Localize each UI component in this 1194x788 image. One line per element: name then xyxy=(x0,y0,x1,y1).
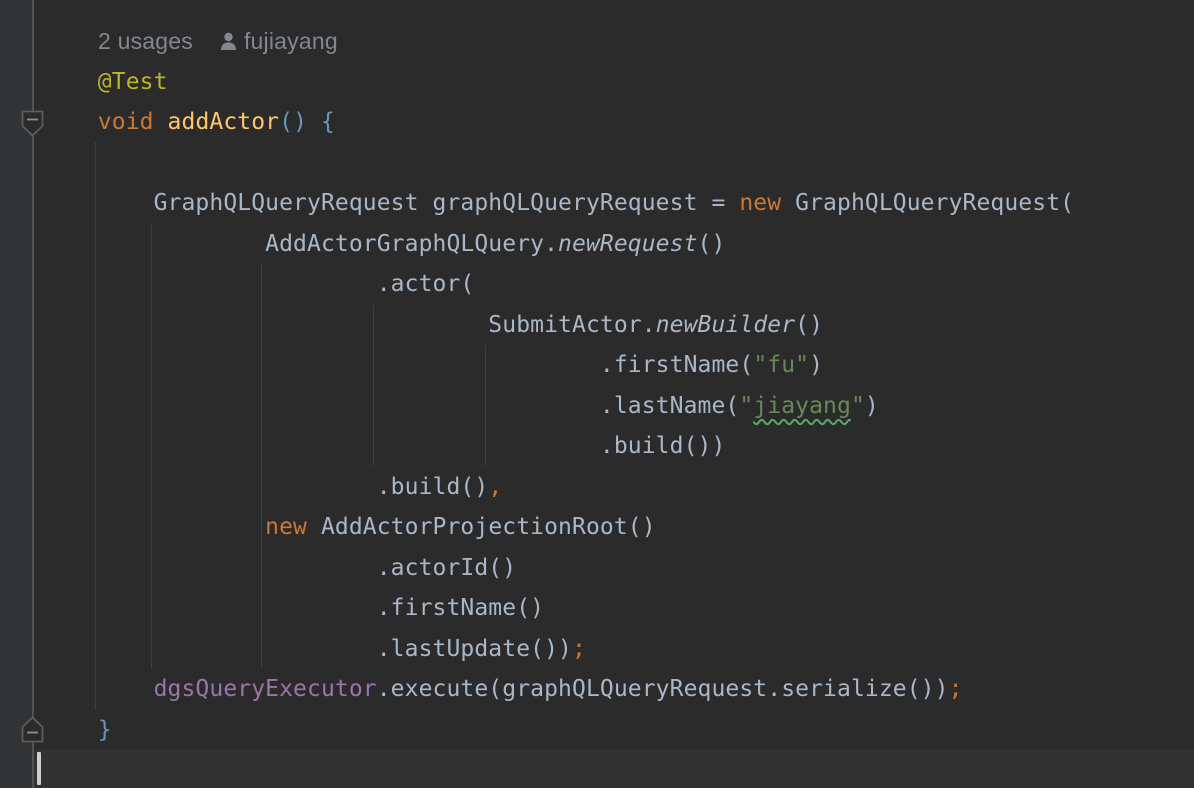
code-token xyxy=(154,109,168,135)
caret-line-highlight xyxy=(34,750,1194,788)
code-token: "fu" xyxy=(753,352,809,378)
code-line[interactable]: dgsQueryExecutor.execute(graphQLQueryReq… xyxy=(0,669,1194,710)
code-line[interactable]: } xyxy=(0,710,1194,751)
code-token: new xyxy=(739,190,781,216)
code-line[interactable]: new AddActorProjectionRoot() xyxy=(0,507,1194,548)
code-token: () { xyxy=(279,109,335,135)
code-token: .build() xyxy=(42,474,488,500)
code-token: AddActorGraphQLQuery. xyxy=(42,231,558,257)
code-line[interactable]: .firstName() xyxy=(0,588,1194,629)
code-token: GraphQLQueryRequest graphQLQueryRequest … xyxy=(42,190,739,216)
code-line[interactable]: GraphQLQueryRequest graphQLQueryRequest … xyxy=(0,183,1194,224)
code-token: .execute(graphQLQueryRequest.serialize()… xyxy=(377,676,949,702)
code-token: .actor( xyxy=(42,271,474,297)
code-token: dgsQueryExecutor xyxy=(154,676,377,702)
code-token: newRequest xyxy=(558,231,697,257)
code-token: jiayang xyxy=(753,393,851,419)
code-token: .actorId() xyxy=(42,555,516,581)
code-token: .lastUpdate()) xyxy=(42,636,572,662)
fold-region-start-marker[interactable] xyxy=(21,110,44,137)
code-token xyxy=(42,109,98,135)
code-token: () xyxy=(795,312,823,338)
code-token xyxy=(42,717,98,743)
code-token: .lastName( xyxy=(42,393,739,419)
usages-hint[interactable]: 2 usages xyxy=(98,21,193,62)
code-token: } xyxy=(98,717,112,743)
code-token: " xyxy=(739,393,753,419)
code-line[interactable]: SubmitActor.newBuilder() xyxy=(0,305,1194,346)
code-token: new xyxy=(265,514,307,540)
code-token xyxy=(42,69,98,95)
code-line[interactable]: .actorId() xyxy=(0,548,1194,589)
code-token xyxy=(42,676,154,702)
code-token: newBuilder xyxy=(656,312,795,338)
code-line[interactable]: .actor( xyxy=(0,264,1194,305)
code-token: addActor xyxy=(168,109,280,135)
code-line[interactable]: .build()) xyxy=(0,426,1194,467)
code-line[interactable] xyxy=(0,143,1194,184)
author-hint[interactable]: fujiayang xyxy=(219,21,338,62)
user-icon xyxy=(219,32,238,51)
code-line[interactable]: .build(), xyxy=(0,467,1194,508)
code-line[interactable]: @Test xyxy=(0,62,1194,103)
code-token: GraphQLQueryRequest( xyxy=(781,190,1074,216)
code-token: .firstName( xyxy=(42,352,753,378)
author-hint-label: fujiayang xyxy=(244,21,338,62)
code-token: () xyxy=(698,231,726,257)
fold-region-end-marker[interactable] xyxy=(21,716,44,743)
code-token: ) xyxy=(865,393,879,419)
code-token: void xyxy=(98,109,154,135)
code-line[interactable]: void addActor() { xyxy=(0,102,1194,143)
code-token: .firstName() xyxy=(42,595,544,621)
text-caret xyxy=(37,752,41,785)
code-token: " xyxy=(851,393,865,419)
code-token: ; xyxy=(949,676,963,702)
code-line[interactable]: AddActorGraphQLQuery.newRequest() xyxy=(0,224,1194,265)
code-editor[interactable]: 2 usages fujiayang @Test void addActor()… xyxy=(0,21,1194,750)
code-token: .build()) xyxy=(42,433,725,459)
code-line[interactable]: .lastName("jiayang") xyxy=(0,386,1194,427)
code-line[interactable]: .firstName("fu") xyxy=(0,345,1194,386)
code-token: SubmitActor. xyxy=(42,312,656,338)
inlay-hint-line: 2 usages fujiayang xyxy=(0,21,1194,62)
code-token: , xyxy=(488,474,502,500)
code-token: @Test xyxy=(98,69,168,95)
code-token: AddActorProjectionRoot() xyxy=(307,514,656,540)
code-token xyxy=(42,514,265,540)
code-token: ; xyxy=(572,636,586,662)
code-token: ) xyxy=(809,352,823,378)
code-line[interactable]: .lastUpdate()); xyxy=(0,629,1194,670)
